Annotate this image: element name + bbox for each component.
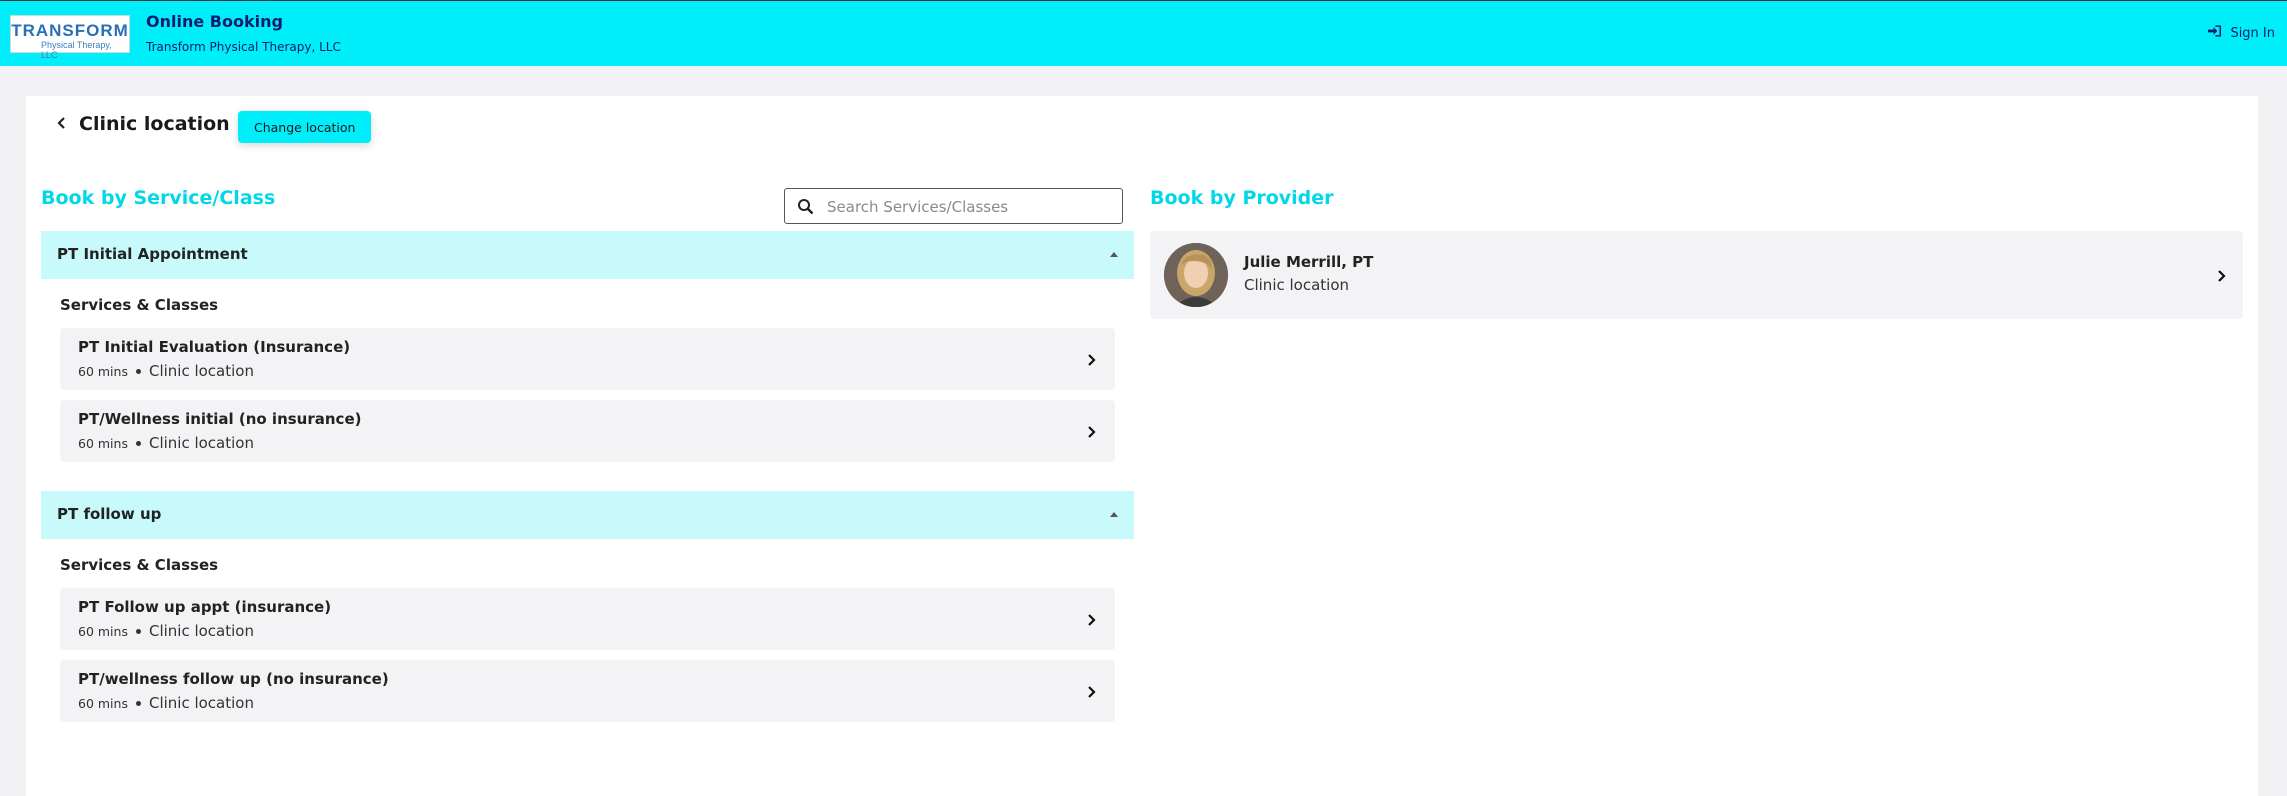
chevron-right-icon xyxy=(1087,352,1097,366)
service-name: PT Initial Evaluation (Insurance) xyxy=(78,338,351,356)
sign-in-icon xyxy=(2207,24,2222,42)
separator-dot xyxy=(135,441,141,446)
service-location: Clinic location xyxy=(148,434,254,452)
logo-wordmark: TRANSFORM xyxy=(11,21,129,40)
group-subheading: Services & Classes xyxy=(60,296,219,314)
chevron-right-icon xyxy=(1087,424,1097,438)
service-name: PT/wellness follow up (no insurance) xyxy=(78,670,389,688)
service-name: PT Follow up appt (insurance) xyxy=(78,598,332,616)
service-meta: 60 mins Clinic location xyxy=(78,434,254,452)
service-meta: 60 mins Clinic location xyxy=(78,622,254,640)
brand-logo[interactable]: TRANSFORM Physical Therapy, LLC xyxy=(10,15,130,60)
search-icon xyxy=(798,199,814,215)
search-input[interactable] xyxy=(825,189,1119,225)
back-chevron-icon[interactable] xyxy=(54,115,70,131)
collapse-caret-icon xyxy=(1110,512,1118,517)
service-duration: 60 mins xyxy=(78,436,128,451)
service-duration: 60 mins xyxy=(78,696,128,711)
sign-in-link[interactable]: Sign In xyxy=(2207,24,2275,42)
service-location: Clinic location xyxy=(148,694,254,712)
chevron-right-icon xyxy=(1087,612,1097,626)
app-header: TRANSFORM Physical Therapy, LLC Online B… xyxy=(0,0,2287,66)
providers-section-title: Book by Provider xyxy=(1150,187,1334,209)
service-duration: 60 mins xyxy=(78,624,128,639)
business-name: Transform Physical Therapy, LLC xyxy=(146,40,341,54)
sign-in-label: Sign In xyxy=(2230,25,2275,41)
provider-location: Clinic location xyxy=(1244,276,1350,294)
page-title: Online Booking xyxy=(146,12,283,31)
group-subheading: Services & Classes xyxy=(60,556,219,574)
collapse-caret-icon xyxy=(1110,252,1118,257)
service-location: Clinic location xyxy=(148,362,254,380)
service-location: Clinic location xyxy=(148,622,254,640)
provider-avatar xyxy=(1164,243,1228,307)
group-label: PT follow up xyxy=(57,505,162,523)
service-item[interactable]: PT/Wellness initial (no insurance) 60 mi… xyxy=(60,400,1115,462)
group-header-pt-follow-up[interactable]: PT follow up xyxy=(41,491,1134,539)
service-name: PT/Wellness initial (no insurance) xyxy=(78,410,362,428)
group-header-pt-initial-appointment[interactable]: PT Initial Appointment xyxy=(41,231,1134,279)
change-location-button[interactable]: Change location xyxy=(238,111,372,143)
group-label: PT Initial Appointment xyxy=(57,245,248,263)
provider-name: Julie Merrill, PT xyxy=(1244,253,1374,271)
separator-dot xyxy=(135,701,141,706)
chevron-right-icon xyxy=(2217,268,2227,282)
chevron-right-icon xyxy=(1087,684,1097,698)
service-meta: 60 mins Clinic location xyxy=(78,694,254,712)
service-search[interactable] xyxy=(784,188,1123,225)
location-title: Clinic location xyxy=(79,113,230,135)
separator-dot xyxy=(135,629,141,634)
booking-panel: Clinic location Change location Book by … xyxy=(26,96,2258,796)
logo-tagline: Physical Therapy, LLC xyxy=(41,40,112,60)
service-item[interactable]: PT/wellness follow up (no insurance) 60 … xyxy=(60,660,1115,722)
service-duration: 60 mins xyxy=(78,364,128,379)
service-meta: 60 mins Clinic location xyxy=(78,362,254,380)
service-item[interactable]: PT Follow up appt (insurance) 60 mins Cli… xyxy=(60,588,1115,650)
services-section-title: Book by Service/Class xyxy=(41,187,276,209)
separator-dot xyxy=(135,369,141,374)
provider-card[interactable]: Julie Merrill, PT Clinic location xyxy=(1150,231,2243,319)
service-item[interactable]: PT Initial Evaluation (Insurance) 60 min… xyxy=(60,328,1115,390)
